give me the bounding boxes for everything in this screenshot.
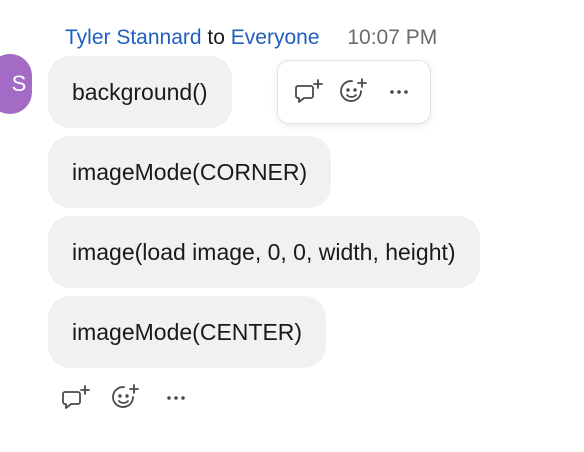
add-reaction-icon[interactable] [336, 74, 372, 110]
more-options-icon[interactable] [381, 74, 417, 110]
avatar-initial: S [11, 71, 27, 96]
message-bubble[interactable]: image(load image, 0, 0, width, height) [48, 216, 480, 288]
timestamp: 10:07 PM [347, 26, 438, 49]
reply-thread-icon[interactable] [58, 380, 94, 416]
message-bubble[interactable]: imageMode(CORNER) [48, 136, 332, 208]
to-label: to [207, 26, 225, 49]
message-bubble[interactable]: imageMode(CENTER) [48, 296, 327, 368]
more-options-icon[interactable] [158, 380, 194, 416]
add-reaction-icon[interactable] [108, 380, 144, 416]
message-actions [58, 380, 194, 416]
avatar[interactable]: S [0, 54, 32, 114]
message-hover-toolbar [277, 60, 431, 124]
sender-name[interactable]: Tyler Stannard [65, 26, 202, 49]
reply-thread-icon[interactable] [291, 74, 327, 110]
message-header: Tyler Stannard to Everyone 10:07 PM [65, 26, 437, 50]
recipient-name[interactable]: Everyone [231, 26, 320, 49]
message-bubble[interactable]: background() [48, 56, 232, 128]
